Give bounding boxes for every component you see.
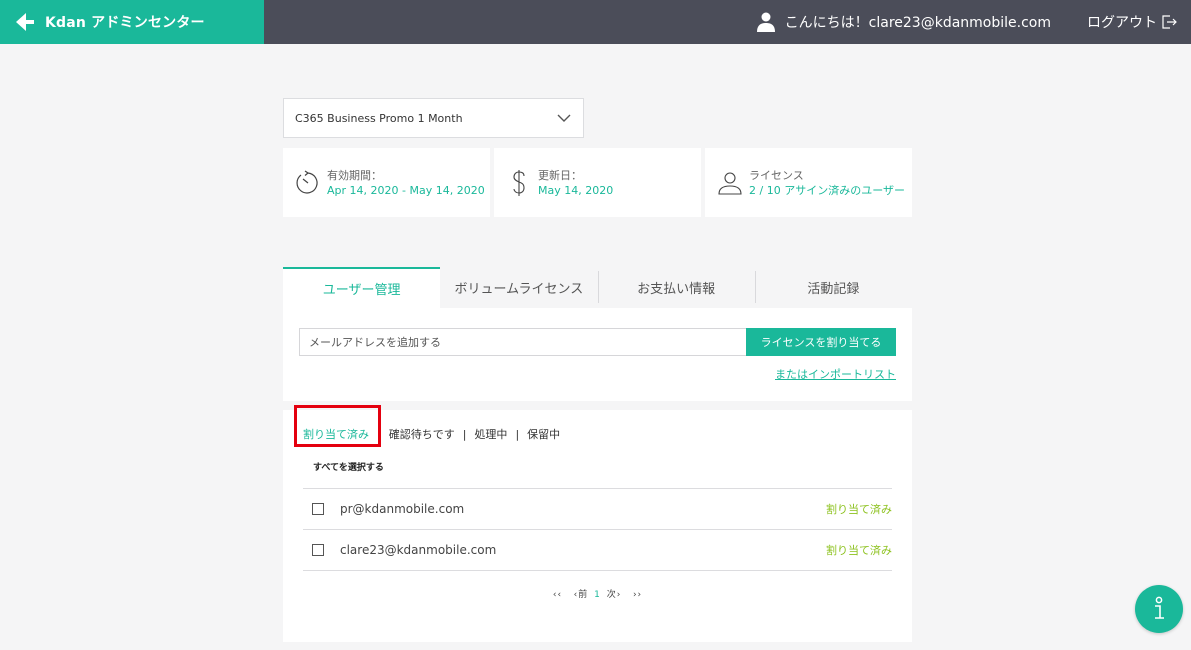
tab-volume-license[interactable]: ボリュームライセンス xyxy=(440,267,597,308)
brand[interactable]: Kdan アドミンセンター xyxy=(0,0,264,44)
select-all-button[interactable]: すべてを選択する xyxy=(313,460,384,473)
user-table: pr@kdanmobile.com 割り当て済み clare23@kdanmob… xyxy=(303,488,892,571)
table-row: pr@kdanmobile.com 割り当て済み xyxy=(303,489,892,530)
logout-label: ログアウト xyxy=(1087,15,1157,31)
email-input[interactable] xyxy=(299,328,747,356)
license-value: 2 / 10 アサイン済みのユーザー xyxy=(749,183,905,197)
row-checkbox[interactable] xyxy=(312,503,324,515)
filter-on-hold[interactable]: 保留中 xyxy=(527,426,560,442)
filter-separator: | xyxy=(377,427,381,441)
validity-label: 有効期間： xyxy=(327,168,382,182)
filter-assigned[interactable]: 割り当て済み xyxy=(303,426,369,442)
user-icon xyxy=(756,12,775,32)
page-last-button[interactable]: ›› xyxy=(633,590,642,600)
tab-user-management[interactable]: ユーザー管理 xyxy=(283,267,441,308)
pagination: ‹‹ ‹前 1 次› ›› xyxy=(283,587,912,600)
user-greeting: こんにちは！clare23@kdanmobile.com xyxy=(756,0,1051,44)
page-next-button[interactable]: 次› xyxy=(607,590,622,600)
plan-select-value: C365 Business Promo 1 Month xyxy=(295,111,463,125)
brand-name: Kdan アドミンセンター xyxy=(45,15,205,31)
filter-separator: | xyxy=(462,427,467,441)
license-card: ライセンス 2 / 10 アサイン済みのユーザー xyxy=(705,148,912,217)
logout-button[interactable]: ログアウト xyxy=(1087,0,1177,44)
kdan-logo-icon xyxy=(16,13,34,31)
user-list-panel: 割り当て済み | 確認待ちです | 処理中 | 保留中 すべてを選択する pr@… xyxy=(283,405,912,642)
user-outline-icon xyxy=(718,171,742,195)
row-checkbox[interactable] xyxy=(312,544,324,556)
filter-separator: | xyxy=(515,427,520,441)
assign-license-button[interactable]: ライセンスを割り当てる xyxy=(746,328,896,356)
status-badge: 割り当て済み xyxy=(826,544,892,557)
license-label: ライセンス xyxy=(749,168,804,182)
help-button[interactable] xyxy=(1135,585,1183,633)
info-icon xyxy=(1155,596,1164,619)
status-filters: 割り当て済み | 確認待ちです | 処理中 | 保留中 xyxy=(303,421,560,447)
validity-card: 有効期間： Apr 14, 2020 - May 14, 2020 xyxy=(283,148,490,217)
page-current[interactable]: 1 xyxy=(594,590,601,600)
dollar-icon xyxy=(513,169,525,196)
status-badge: 割り当て済み xyxy=(826,503,892,516)
greeting-text: こんにちは！clare23@kdanmobile.com xyxy=(784,15,1051,31)
tab-bar: ユーザー管理 ボリュームライセンス お支払い情報 活動記録 xyxy=(283,267,912,308)
table-row: clare23@kdanmobile.com 割り当て済み xyxy=(303,530,892,571)
plan-select[interactable]: C365 Business Promo 1 Month xyxy=(283,98,584,138)
filter-processing[interactable]: 処理中 xyxy=(474,426,507,442)
page-first-button[interactable]: ‹‹ xyxy=(553,590,562,600)
logout-icon xyxy=(1162,15,1177,29)
filter-pending-confirmation[interactable]: 確認待ちです xyxy=(389,426,455,442)
renewal-value: May 14, 2020 xyxy=(538,183,614,197)
assign-panel: ライセンスを割り当てる またはインポートリスト xyxy=(283,308,912,401)
import-list-link[interactable]: またはインポートリスト xyxy=(775,366,896,382)
user-email: pr@kdanmobile.com xyxy=(340,502,465,516)
chevron-down-icon xyxy=(557,114,571,122)
tab-payment-info[interactable]: お支払い情報 xyxy=(597,267,755,308)
renewal-label: 更新日： xyxy=(538,168,582,182)
user-email: clare23@kdanmobile.com xyxy=(340,543,497,557)
page-prev-button[interactable]: ‹前 xyxy=(574,590,589,600)
clock-icon xyxy=(296,170,318,194)
validity-value: Apr 14, 2020 - May 14, 2020 xyxy=(327,183,485,197)
tab-activity-log[interactable]: 活動記録 xyxy=(754,267,912,308)
renewal-card: 更新日： May 14, 2020 xyxy=(494,148,701,217)
top-bar: Kdan アドミンセンター こんにちは！clare23@kdanmobile.c… xyxy=(0,0,1191,44)
